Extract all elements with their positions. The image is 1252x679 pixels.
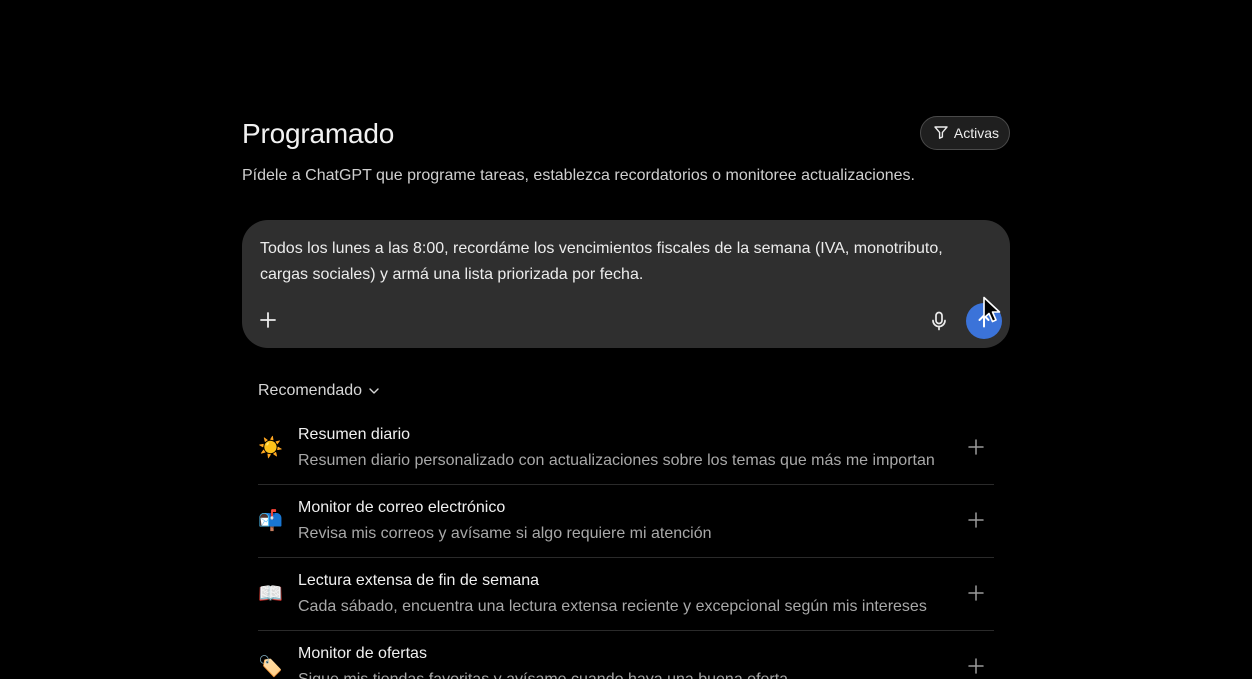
list-item[interactable]: ☀️ Resumen diario Resumen diario persona…	[258, 412, 994, 485]
recommended-toggle[interactable]: Recomendado	[258, 382, 380, 400]
item-description: Sigue mis tiendas favoritas y avísame cu…	[298, 671, 788, 679]
recommended-list: ☀️ Resumen diario Resumen diario persona…	[258, 412, 994, 679]
item-title: Resumen diario	[298, 426, 411, 443]
microphone-button[interactable]	[927, 309, 951, 333]
filter-icon	[933, 124, 949, 143]
plus-icon	[968, 658, 984, 674]
add-button[interactable]	[966, 510, 986, 530]
composer-input[interactable]: Todos los lunes a las 8:00, recordáme lo…	[260, 236, 980, 288]
microphone-icon	[932, 311, 946, 331]
plus-icon	[968, 439, 984, 455]
plus-icon	[968, 512, 984, 528]
plus-icon	[260, 312, 276, 328]
plus-icon	[968, 585, 984, 601]
page-subtitle: Pídele a ChatGPT que programe tareas, es…	[242, 167, 915, 184]
page-header: Programado Activas	[242, 116, 1010, 152]
chevron-down-icon	[369, 388, 379, 394]
filter-label: Activas	[953, 125, 999, 141]
arrow-up-icon	[978, 314, 990, 328]
tag-icon: 🏷️	[258, 656, 283, 678]
item-description: Revisa mis correos y avísame si algo req…	[298, 525, 712, 542]
list-item[interactable]: 🏷️ Monitor de ofertas Sigue mis tiendas …	[258, 631, 994, 679]
item-title: Monitor de correo electrónico	[298, 499, 506, 516]
add-button[interactable]	[966, 583, 986, 603]
list-item[interactable]: 📖 Lectura extensa de fin de semana Cada …	[258, 558, 994, 631]
task-composer: Todos los lunes a las 8:00, recordáme lo…	[242, 220, 1010, 348]
item-description: Cada sábado, encuentra una lectura exten…	[298, 598, 927, 615]
item-title: Lectura extensa de fin de semana	[298, 572, 540, 589]
page-title: Programado	[242, 118, 395, 149]
item-description: Resumen diario personalizado con actuali…	[298, 452, 935, 469]
item-title: Monitor de ofertas	[298, 645, 427, 662]
scheduled-page: Programado Activas Pídele a ChatGPT que …	[0, 0, 1252, 679]
filter-button[interactable]: Activas	[919, 116, 1010, 150]
send-button[interactable]	[966, 303, 1002, 339]
add-button[interactable]	[966, 656, 986, 676]
add-button[interactable]	[966, 437, 986, 457]
attach-button[interactable]	[256, 308, 280, 332]
recommended-label: Recomendado	[258, 382, 363, 399]
mailbox-icon: 📬	[258, 510, 283, 532]
book-icon: 📖	[258, 583, 283, 605]
list-item[interactable]: 📬 Monitor de correo electrónico Revisa m…	[258, 485, 994, 558]
sun-icon: ☀️	[258, 437, 283, 459]
